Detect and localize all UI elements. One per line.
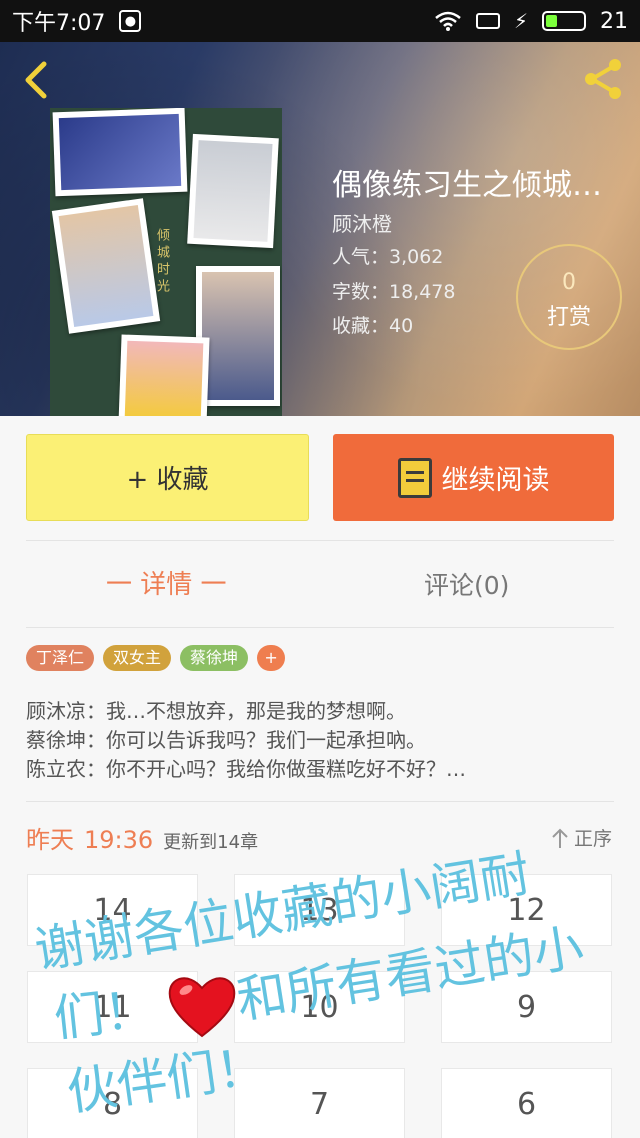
cover-photo xyxy=(52,108,188,197)
status-bar: 下午7:07 ● ⚡ 21 xyxy=(0,0,640,42)
book-icon xyxy=(397,457,432,498)
cover-photo xyxy=(187,133,279,249)
update-text: 更新到14章 xyxy=(163,832,259,853)
tag-list: 丁泽仁 双女主 蔡徐坤 + xyxy=(26,645,286,671)
qq-notification-icon: ● xyxy=(119,10,142,32)
word-count-stat: 字数：18,478 xyxy=(332,281,456,303)
continue-reading-label: 继续阅读 xyxy=(441,465,550,496)
sort-label: 正序 xyxy=(573,828,612,850)
chapter-button[interactable]: 8 xyxy=(27,1068,198,1138)
wifi-icon xyxy=(435,11,461,31)
popularity-stat: 人气：3,062 xyxy=(332,246,444,268)
charging-icon: ⚡ xyxy=(513,9,528,33)
share-icon[interactable] xyxy=(580,56,626,102)
description-line: 蔡徐坤：你可以告诉我吗？我们一起承担吶。 xyxy=(26,728,426,752)
cover-caption: 倾城时光 xyxy=(154,228,169,296)
sort-toggle[interactable]: 正序 xyxy=(550,824,612,851)
chapter-button[interactable]: 14 xyxy=(27,874,198,946)
reward-count: 0 xyxy=(562,270,576,295)
status-time: 下午7:07 xyxy=(12,11,106,36)
description-line: 陈立农：你不开心吗？我给你做蛋糕吃好不好？… xyxy=(26,757,466,781)
tag-item[interactable]: 蔡徐坤 xyxy=(180,645,249,671)
chapter-button[interactable]: 13 xyxy=(234,874,405,946)
chapter-button[interactable]: 10 xyxy=(234,971,405,1043)
chapter-button[interactable]: 7 xyxy=(234,1068,405,1138)
book-title: 偶像练习生之倾城… xyxy=(332,168,602,203)
battery-icon xyxy=(542,11,586,31)
add-tag-button[interactable]: + xyxy=(257,645,286,671)
status-icons: ⚡ 21 xyxy=(434,9,628,34)
divider xyxy=(26,801,614,802)
book-cover[interactable]: 倾城时光 xyxy=(50,108,282,416)
cover-photo xyxy=(196,266,280,406)
favorite-button[interactable]: + 收藏 xyxy=(26,434,309,521)
favorite-button-label: + 收藏 xyxy=(126,465,209,495)
continue-reading-button[interactable]: 继续阅读 xyxy=(333,434,614,521)
tab-comments[interactable]: 评论(0) xyxy=(424,566,509,602)
favorites-stat: 收藏：40 xyxy=(332,315,414,337)
description-line: 顾沐凉：我…不想放弃，那是我的梦想啊。 xyxy=(26,699,406,723)
divider xyxy=(26,627,614,628)
chapter-button[interactable]: 6 xyxy=(441,1068,612,1138)
book-header: 倾城时光 偶像练习生之倾城… 顾沐橙 人气：3,062 字数：18,478 收藏… xyxy=(0,42,640,416)
cover-photo xyxy=(51,198,161,334)
reward-label: 打赏 xyxy=(546,305,591,330)
divider xyxy=(26,540,614,541)
update-time: 19:36 xyxy=(84,826,154,854)
update-info: 昨天 19:36 更新到14章 xyxy=(26,820,258,855)
tab-detail[interactable]: 一 详情 一 xyxy=(106,564,227,601)
update-day: 昨天 xyxy=(26,826,74,854)
tag-item[interactable]: 双女主 xyxy=(103,645,172,671)
chapter-button[interactable]: 12 xyxy=(441,874,612,946)
heart-icon xyxy=(168,977,236,1038)
book-author[interactable]: 顾沐橙 xyxy=(332,208,392,237)
tag-item[interactable]: 丁泽仁 xyxy=(26,645,95,671)
reward-button[interactable]: 0 打赏 xyxy=(516,244,622,350)
arrow-up-icon xyxy=(552,828,568,848)
book-description[interactable]: 顾沐凉：我…不想放弃，那是我的梦想啊。 蔡徐坤：你可以告诉我吗？我们一起承担吶。… xyxy=(26,697,614,784)
screen-icon xyxy=(475,13,500,29)
back-arrow-icon[interactable] xyxy=(20,60,50,100)
cover-photo xyxy=(118,334,210,416)
battery-level: 21 xyxy=(600,8,628,34)
chapter-button[interactable]: 9 xyxy=(441,971,612,1043)
